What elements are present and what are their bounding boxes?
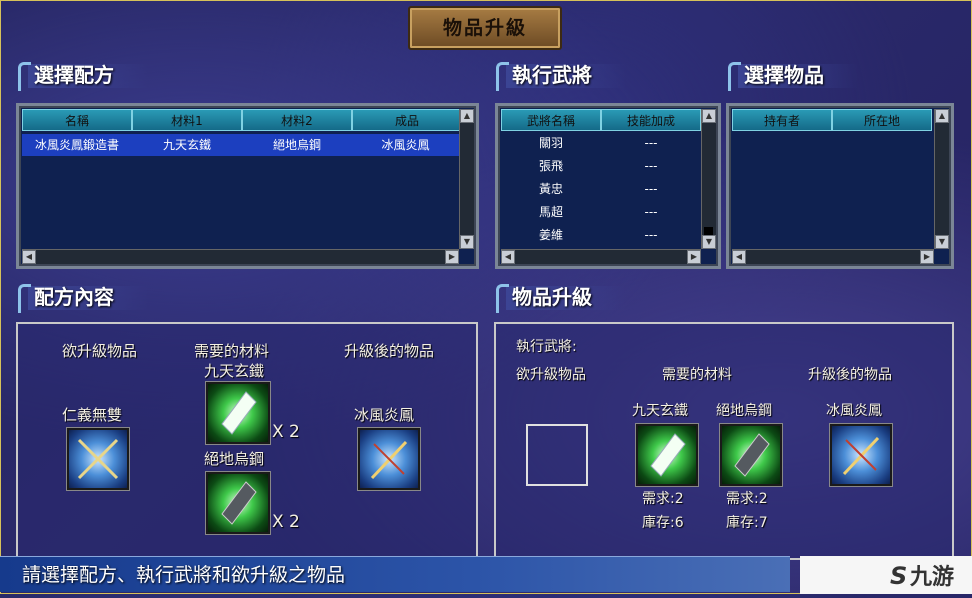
- scroll-down-icon[interactable]: ▼: [935, 235, 949, 249]
- svg-text:S: S: [890, 562, 907, 590]
- list-item[interactable]: 姜維 ---: [501, 224, 701, 247]
- material2-name: 絕地烏鋼: [716, 403, 772, 419]
- result-item-name: 冰風炎鳳: [826, 403, 882, 419]
- general-skill: ---: [644, 228, 658, 242]
- item-list[interactable]: 持有者 所在地 ▲ ▼ ◀ ▶: [726, 103, 954, 269]
- recipe-content-panel: 欲升級物品 需要的材料 升級後的物品 仁義無雙 九天玄鐵 X 2 絕地烏鋼 X …: [16, 322, 478, 560]
- page-title: 物品升級: [408, 6, 562, 50]
- item-section-heading: 選擇物品: [728, 60, 858, 91]
- general-skill: ---: [644, 205, 658, 219]
- col-header-skill-bonus[interactable]: 技能加成: [601, 109, 701, 131]
- material2-need: 需求:2: [726, 491, 768, 507]
- general-name: 馬超: [538, 205, 563, 219]
- scroll-right-icon[interactable]: ▶: [687, 250, 701, 264]
- recipe-cell-material1: 九天玄鐵: [162, 138, 211, 152]
- general-skill: ---: [644, 159, 658, 173]
- list-item[interactable]: 黃忠 ---: [501, 178, 701, 201]
- general-vscrollbar[interactable]: ▲ ▼: [701, 109, 716, 249]
- scroll-left-icon[interactable]: ◀: [501, 250, 515, 264]
- scroll-up-icon[interactable]: ▲: [935, 109, 949, 123]
- recipe-list[interactable]: 名稱 材料1 材料2 成品 冰風炎鳳鍛造書 九天玄鐵 絕地烏鋼 冰風炎鳳 ▲ ▼…: [16, 103, 479, 269]
- recipe-content-heading: 配方內容: [18, 282, 148, 313]
- executing-general-label: 執行武將:: [516, 339, 577, 355]
- general-name: 黃忠: [538, 182, 563, 196]
- recipe-section-heading: 選擇配方: [18, 60, 148, 91]
- status-bar: 請選擇配方、執行武將和欲升級之物品: [0, 556, 790, 592]
- material1-quantity: X 2: [272, 422, 300, 442]
- general-rows: 關羽 --- 張飛 --- 黃忠 --- 馬超 --- 姜維 ---: [501, 132, 701, 247]
- scroll-up-icon[interactable]: ▲: [702, 109, 716, 123]
- general-list[interactable]: 武將名稱 技能加成 關羽 --- 張飛 --- 黃忠 --- 馬超 --- 姜維 --- …: [495, 103, 721, 269]
- list-item[interactable]: 馬超 ---: [501, 201, 701, 224]
- scroll-up-icon[interactable]: ▲: [460, 109, 474, 123]
- material2-stock: 庫存:7: [726, 515, 768, 531]
- required-material-column-label: 需要的材料: [194, 342, 270, 360]
- col-header-owner[interactable]: 持有者: [732, 109, 832, 131]
- item-vscrollbar[interactable]: ▲ ▼: [934, 109, 949, 249]
- list-item[interactable]: 張飛 ---: [501, 155, 701, 178]
- material2-name: 絕地烏鋼: [204, 450, 265, 468]
- dark-crystal-icon[interactable]: [206, 472, 270, 534]
- upgrade-item-column-label: 欲升級物品: [62, 342, 138, 360]
- scroll-down-icon[interactable]: ▼: [460, 235, 474, 249]
- material1-stock: 庫存:6: [642, 515, 684, 531]
- general-name: 關羽: [538, 136, 563, 150]
- upgrade-section-heading: 物品升級: [496, 282, 626, 313]
- sword-icon[interactable]: [358, 428, 420, 490]
- recipe-cell-name: 冰風炎鳳鍛造書: [34, 138, 119, 152]
- col-header-material1[interactable]: 材料1: [132, 109, 242, 131]
- general-name: 姜維: [538, 228, 563, 242]
- scroll-left-icon[interactable]: ◀: [22, 250, 36, 264]
- twin-swords-icon[interactable]: [67, 428, 129, 490]
- general-hscrollbar[interactable]: ◀ ▶: [501, 249, 701, 264]
- material1-need: 需求:2: [642, 491, 684, 507]
- general-skill: ---: [644, 136, 658, 150]
- dark-crystal-icon[interactable]: [720, 424, 782, 486]
- upgrade-panel: 執行武將: 欲升級物品 需要的材料 升級後的物品 九天玄鐵 需求:2 庫存:6 …: [494, 322, 954, 560]
- scroll-left-icon[interactable]: ◀: [732, 250, 746, 264]
- recipe-vscrollbar[interactable]: ▲ ▼: [459, 109, 474, 249]
- recipe-hscrollbar[interactable]: ◀ ▶: [22, 249, 459, 264]
- result-column-label: 升級後的物品: [344, 342, 435, 360]
- list-item[interactable]: 關羽 ---: [501, 132, 701, 155]
- recipe-row[interactable]: 冰風炎鳳鍛造書 九天玄鐵 絕地烏鋼 冰風炎鳳: [22, 134, 459, 156]
- required-material-column-label: 需要的材料: [662, 367, 732, 383]
- general-name: 張飛: [538, 159, 563, 173]
- scroll-right-icon[interactable]: ▶: [920, 250, 934, 264]
- recipe-cell-material2: 絕地烏鋼: [272, 138, 321, 152]
- scroll-right-icon[interactable]: ▶: [445, 250, 459, 264]
- material2-quantity: X 2: [272, 512, 300, 532]
- material1-name: 九天玄鐵: [632, 403, 688, 419]
- col-header-material2[interactable]: 材料2: [242, 109, 352, 131]
- recipe-cell-product: 冰風炎鳳: [381, 138, 430, 152]
- general-section-heading: 執行武將: [496, 60, 626, 91]
- general-skill: ---: [644, 182, 658, 196]
- col-header-location[interactable]: 所在地: [832, 109, 932, 131]
- watermark-logo: S 九游: [800, 556, 972, 594]
- col-header-general-name[interactable]: 武將名稱: [501, 109, 601, 131]
- crystal-icon[interactable]: [206, 382, 270, 444]
- sword-icon[interactable]: [830, 424, 892, 486]
- svg-text:九游: 九游: [909, 564, 954, 590]
- scroll-down-icon[interactable]: ▼: [702, 235, 716, 249]
- upgrade-item-name: 仁義無雙: [62, 406, 123, 424]
- result-column-label: 升級後的物品: [808, 367, 892, 383]
- col-header-name[interactable]: 名稱: [22, 109, 132, 131]
- crystal-icon[interactable]: [636, 424, 698, 486]
- item-hscrollbar[interactable]: ◀ ▶: [732, 249, 934, 264]
- col-header-product[interactable]: 成品: [352, 109, 462, 131]
- material1-name: 九天玄鐵: [204, 362, 265, 380]
- upgrade-item-slot[interactable]: [526, 424, 588, 486]
- result-item-name: 冰風炎鳳: [354, 406, 415, 424]
- upgrade-item-column-label: 欲升級物品: [516, 367, 586, 383]
